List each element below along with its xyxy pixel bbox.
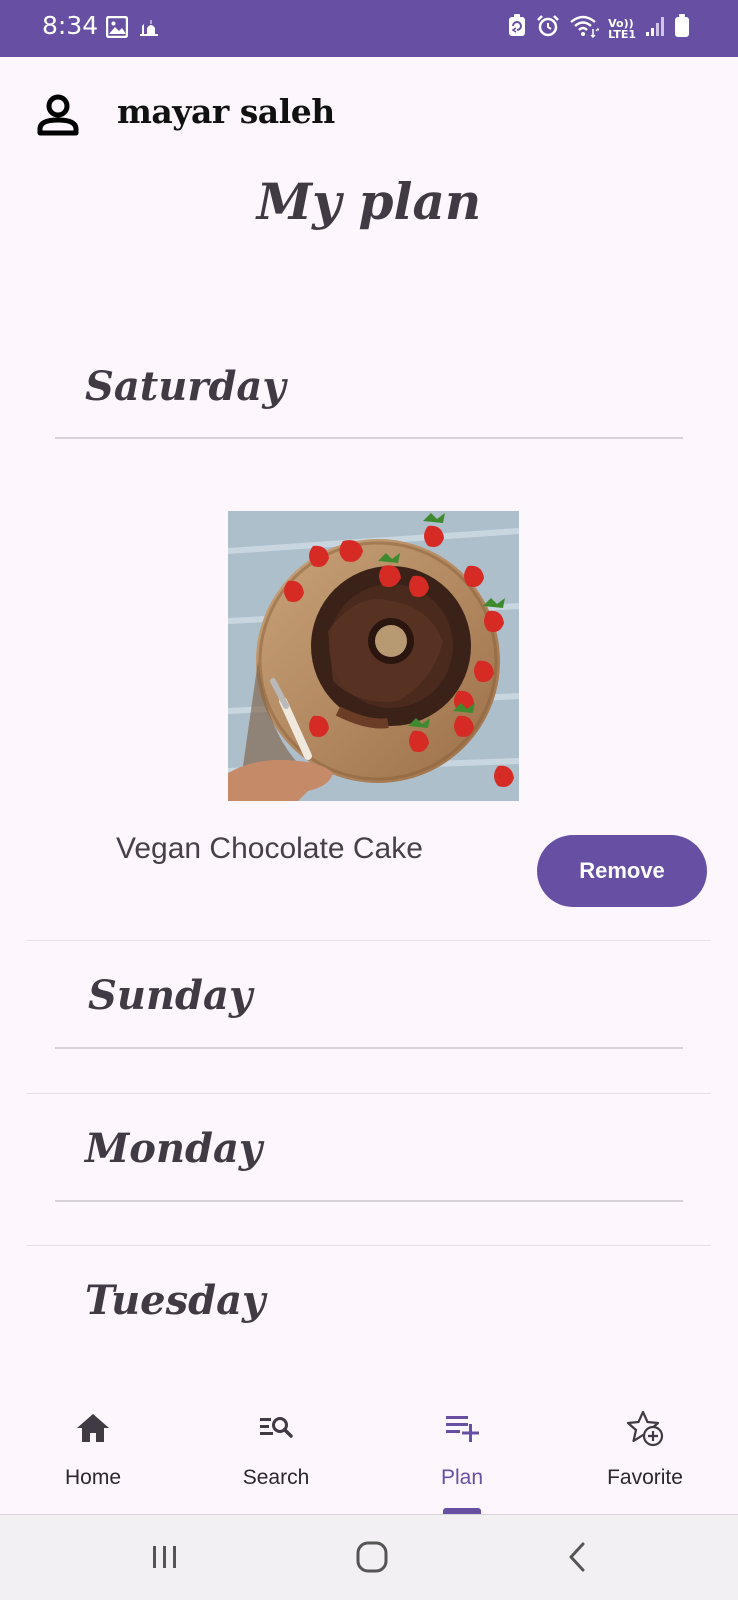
day-divider — [55, 1200, 683, 1202]
day-title-saturday: Saturday — [85, 363, 286, 410]
day-title-tuesday: Tuesday — [85, 1277, 266, 1324]
search-list-icon — [256, 1408, 296, 1448]
volte-bottom-label: LTE1 — [608, 27, 636, 41]
nav-label-favorite: Favorite — [607, 1466, 683, 1489]
bottom-navigation: Home Search Plan Favorite — [0, 1390, 738, 1514]
status-time: 8:34 — [42, 11, 99, 40]
nav-item-search[interactable]: Search — [201, 1390, 351, 1514]
day-divider — [55, 1047, 683, 1049]
page-title: My plan — [256, 172, 482, 231]
back-icon[interactable] — [558, 1537, 598, 1577]
nav-item-plan[interactable]: Plan — [387, 1390, 537, 1514]
nav-label-plan: Plan — [440, 1466, 484, 1489]
battery-icon — [674, 14, 690, 43]
mosque-icon — [138, 16, 160, 43]
day-title-sunday: Sunday — [88, 972, 253, 1019]
nav-label-search: Search — [242, 1466, 310, 1489]
signal-icon — [645, 15, 665, 42]
day-divider — [55, 437, 683, 439]
user-name: mayar saleh — [117, 92, 335, 131]
volte-icon: Vo)) LTE1 — [608, 18, 636, 40]
day-title-monday: Monday — [85, 1125, 263, 1172]
star-add-icon — [625, 1408, 665, 1448]
home-button-icon[interactable] — [352, 1537, 392, 1577]
person-icon[interactable] — [36, 93, 80, 137]
battery-saver-icon — [507, 14, 527, 43]
section-separator — [27, 940, 711, 941]
home-icon — [73, 1408, 113, 1448]
nav-item-favorite[interactable]: Favorite — [570, 1390, 720, 1514]
meal-name: Vegan Chocolate Cake — [116, 832, 423, 865]
playlist-add-icon — [442, 1408, 482, 1448]
gallery-icon — [105, 15, 129, 43]
wifi-icon — [569, 14, 601, 43]
app-screen: 8:34 Vo)) LTE1 mayar saleh My plan Satur… — [0, 0, 738, 1600]
section-separator — [27, 1093, 711, 1094]
alarm-icon — [536, 14, 560, 43]
meal-image[interactable] — [228, 511, 519, 801]
volte-top-label: Vo)) — [608, 16, 634, 30]
nav-item-home[interactable]: Home — [18, 1390, 168, 1514]
nav-label-home: Home — [64, 1466, 122, 1489]
status-bar: 8:34 Vo)) LTE1 — [0, 0, 738, 57]
section-separator — [27, 1245, 711, 1246]
remove-button[interactable]: Remove — [537, 835, 707, 907]
system-navigation-bar — [0, 1514, 738, 1600]
recent-apps-icon[interactable] — [145, 1537, 185, 1577]
